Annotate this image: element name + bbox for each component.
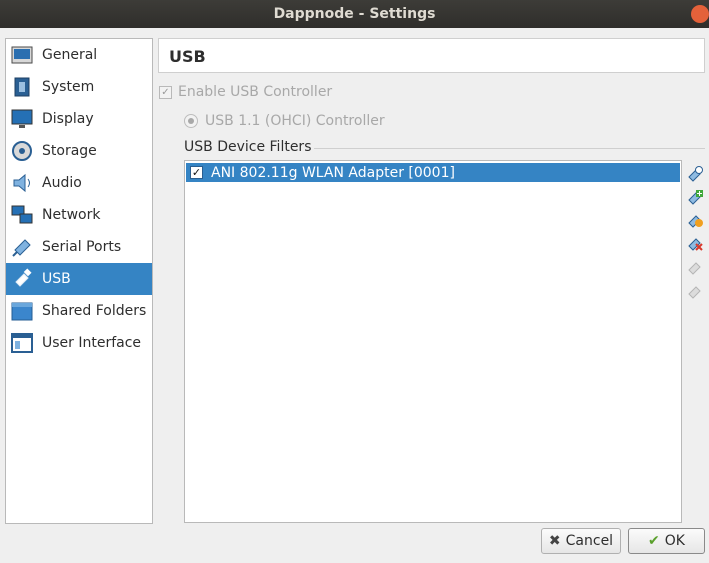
ok-button[interactable]: ✔ OK xyxy=(628,528,705,554)
sidebar-item-label: Audio xyxy=(42,175,82,191)
usb-device-filters-title: USB Device Filters xyxy=(184,139,312,155)
ok-button-label: OK xyxy=(664,533,685,549)
radio-dot-icon xyxy=(184,114,198,128)
sidebar-item-label: Display xyxy=(42,111,94,127)
system-chip-icon xyxy=(11,76,33,98)
general-icon xyxy=(11,44,33,66)
move-filter-up-icon[interactable] xyxy=(686,258,704,276)
group-divider xyxy=(314,148,705,149)
serial-port-icon xyxy=(11,236,33,258)
usb-filters-list[interactable]: ✓ ANI 802.11g WLAN Adapter [0001] xyxy=(184,160,682,523)
sidebar-item-general[interactable]: General xyxy=(6,39,152,71)
sidebar-item-user-interface[interactable]: User Interface xyxy=(6,327,152,359)
cancel-button[interactable]: ✖ Cancel xyxy=(541,528,621,554)
sidebar-item-serial-ports[interactable]: Serial Ports xyxy=(6,231,152,263)
sidebar-item-audio[interactable]: Audio xyxy=(6,167,152,199)
display-monitor-icon xyxy=(11,108,33,130)
usb-controller-radio-label: USB 1.1 (OHCI) Controller xyxy=(205,113,385,129)
remove-filter-icon[interactable] xyxy=(686,234,704,252)
sidebar-item-label: Storage xyxy=(42,143,97,159)
network-icon xyxy=(11,204,33,226)
sidebar-item-label: USB xyxy=(42,271,71,287)
window-titlebar: Dappnode - Settings xyxy=(0,0,709,28)
sidebar-item-network[interactable]: Network xyxy=(6,199,152,231)
cancel-icon: ✖ xyxy=(548,533,561,549)
move-filter-down-icon[interactable] xyxy=(686,282,704,300)
edit-filter-icon[interactable] xyxy=(686,211,704,229)
sidebar-item-shared-folders[interactable]: Shared Folders xyxy=(6,295,152,327)
usb-controller-radio[interactable]: USB 1.1 (OHCI) Controller xyxy=(184,113,385,129)
filter-checkbox[interactable]: ✓ xyxy=(190,166,203,179)
sidebar-item-label: General xyxy=(42,47,98,63)
settings-sidebar: General System Display Storage Audio Net… xyxy=(5,38,153,524)
sidebar-item-label: User Interface xyxy=(42,335,142,351)
close-icon[interactable] xyxy=(691,5,709,23)
sidebar-item-storage[interactable]: Storage xyxy=(6,135,152,167)
enable-usb-controller-checkbox[interactable]: ✓ Enable USB Controller xyxy=(159,84,332,100)
sidebar-item-label: Network xyxy=(42,207,101,223)
add-filter-from-device-icon[interactable] xyxy=(686,188,704,206)
page-title: USB xyxy=(158,38,705,73)
checkbox-check-icon: ✓ xyxy=(159,85,172,99)
enable-usb-controller-label: Enable USB Controller xyxy=(178,84,333,100)
ok-check-icon: ✔ xyxy=(648,533,660,549)
cancel-button-label: Cancel xyxy=(565,533,614,549)
sidebar-item-system[interactable]: System xyxy=(6,71,152,103)
sidebar-item-label: Shared Folders xyxy=(42,303,147,319)
shared-folder-icon xyxy=(11,300,33,322)
storage-disk-icon xyxy=(11,140,33,162)
list-item[interactable]: ✓ ANI 802.11g WLAN Adapter [0001] xyxy=(186,163,680,182)
window-title: Dappnode - Settings xyxy=(273,6,436,22)
sidebar-item-usb[interactable]: USB xyxy=(6,263,152,295)
sidebar-item-label: System xyxy=(42,79,95,95)
add-empty-filter-icon[interactable] xyxy=(686,165,704,183)
sidebar-item-label: Serial Ports xyxy=(42,239,122,255)
filter-label: ANI 802.11g WLAN Adapter [0001] xyxy=(211,164,455,181)
sidebar-item-display[interactable]: Display xyxy=(6,103,152,135)
audio-speaker-icon xyxy=(11,172,33,194)
usb-icon xyxy=(11,268,33,290)
user-interface-icon xyxy=(11,332,33,354)
